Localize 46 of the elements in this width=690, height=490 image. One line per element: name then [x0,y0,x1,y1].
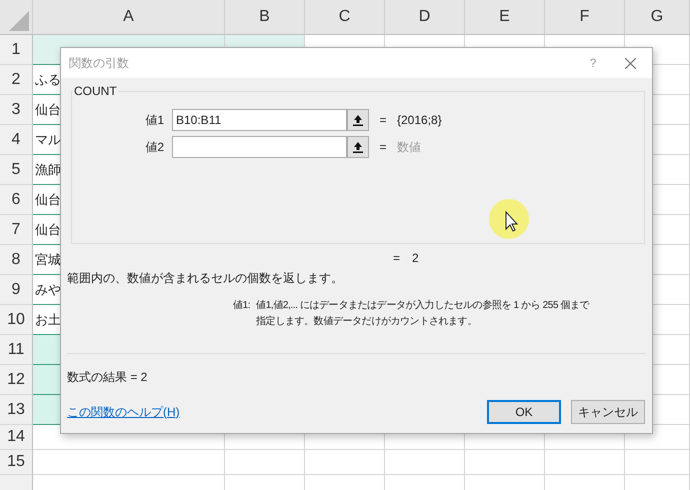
collapse-button[interactable] [347,136,369,158]
row-header[interactable]: 14 [0,425,33,450]
row-header[interactable]: 12 [0,365,33,395]
row-header[interactable]: 2 [0,65,33,95]
column-header[interactable]: D [385,0,465,34]
row-header[interactable]: 15 [0,450,33,475]
column-header[interactable]: G [625,0,690,34]
collapse-button[interactable] [347,109,369,131]
column-header[interactable]: E [465,0,545,34]
argument-label: 値1: [233,299,250,313]
argument-result: {2016;8} [397,113,443,127]
table-cell [625,450,690,475]
row-header[interactable]: 9 [0,275,33,305]
equals-sign: = [378,140,388,154]
column-header[interactable]: B [225,0,305,34]
argument-field[interactable]: B10:B11 [172,109,347,131]
cursor-drawing [488,198,530,240]
row-header[interactable]: 4 [0,125,33,155]
close-icon[interactable] [625,58,636,68]
arrow-up-icon [353,141,363,153]
formula-value: 2 [412,251,419,265]
column-header[interactable]: C [305,0,385,34]
help-link[interactable]: この関数のヘルプ(H) [67,404,477,420]
row-header[interactable]: 11 [0,335,33,365]
formula-result: 数式の結果 = 2 [67,369,148,386]
column-header[interactable]: A [33,0,225,34]
row-header[interactable]: 8 [0,245,33,275]
row-header[interactable]: 5 [0,155,33,185]
row-header[interactable]: 13 [0,395,33,425]
row-header[interactable]: 3 [0,95,33,125]
row-header[interactable]: 10 [0,305,33,335]
argument-description: 値1,値2,... にはデータまたはデータが入力したセルの参照を 1 から 255 個まで [256,298,590,313]
arrow-up-icon [353,114,363,126]
column-header[interactable]: F [545,0,625,34]
row-header[interactable]: 6 [0,185,33,215]
function-name: COUNT [73,84,118,98]
equals-sign: = [393,251,400,265]
argument-field[interactable] [172,136,347,158]
cancel-button[interactable]: キャンセル [571,400,645,424]
row-header[interactable]: 1 [0,35,33,65]
argument-label: 値2 [145,138,164,156]
equals-sign: = [378,113,388,127]
argument-description: 指定します。数値データだけがカウントされます。 [256,314,478,329]
ok-button[interactable]: OK [487,400,561,424]
row-header[interactable]: 7 [0,215,33,245]
argument-result: 数値 [397,138,422,156]
